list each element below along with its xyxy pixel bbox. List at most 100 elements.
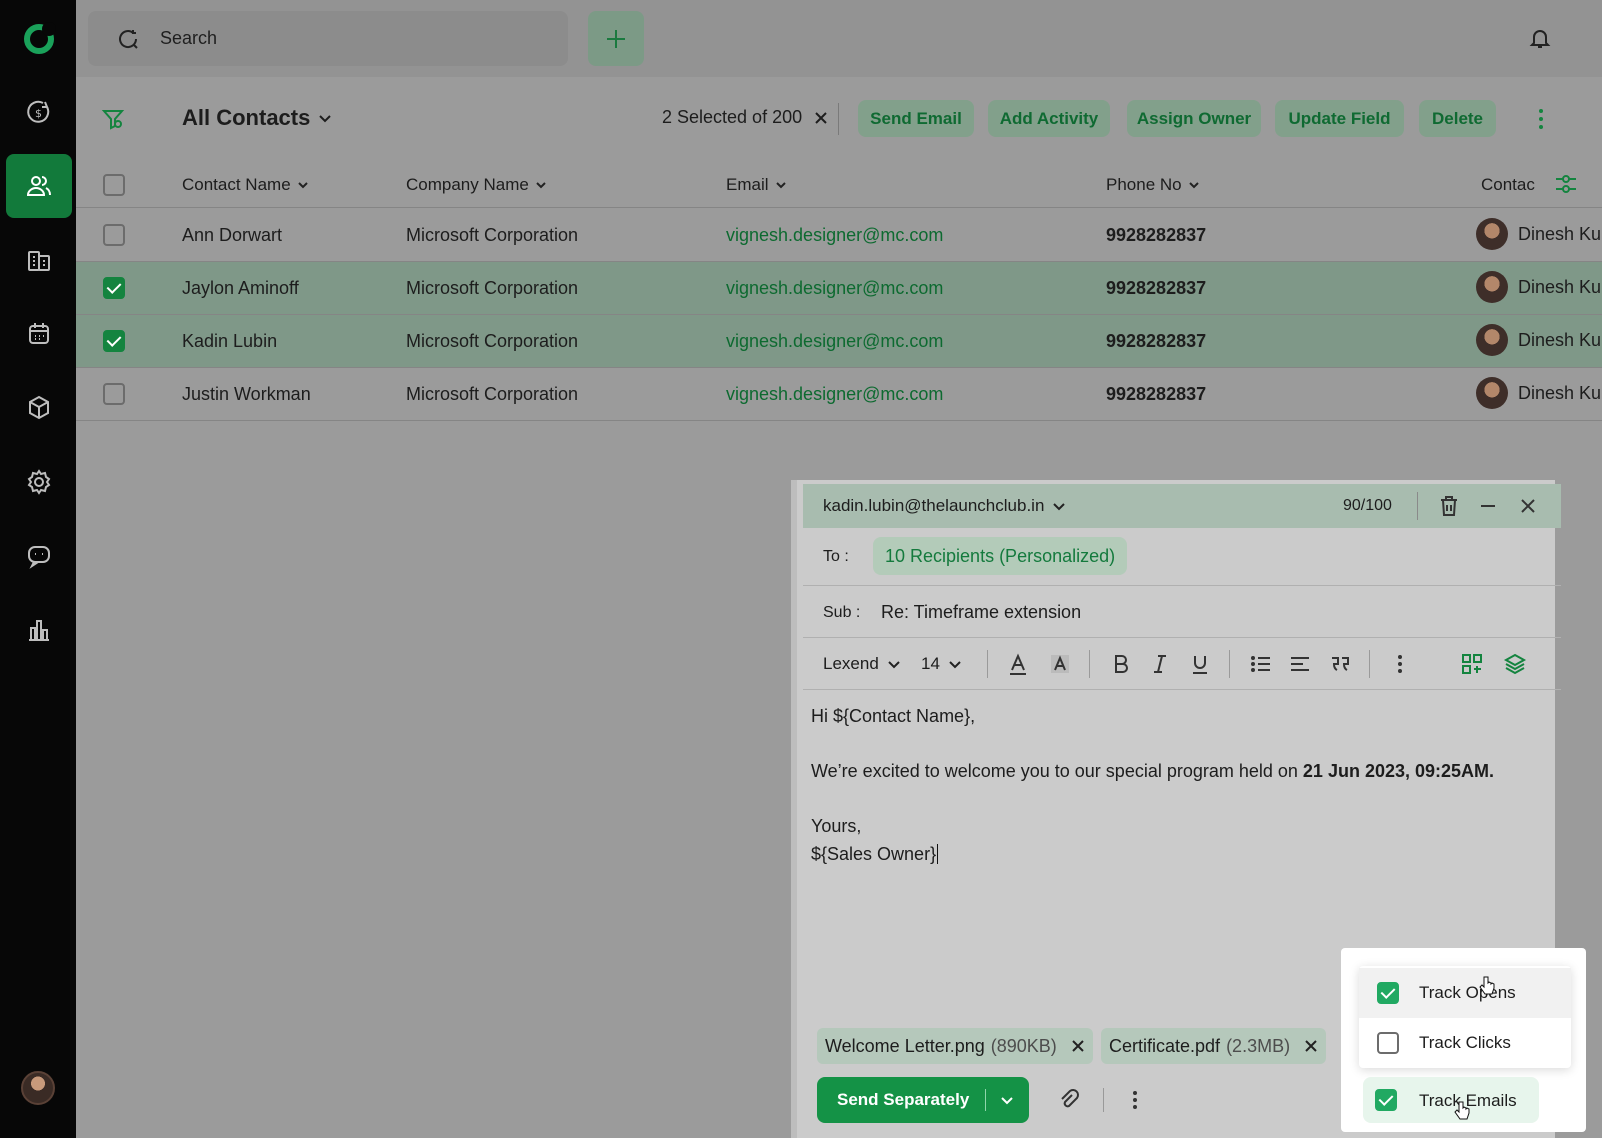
font-family-select[interactable]: Lexend bbox=[823, 654, 901, 674]
contact-name[interactable]: Kadin Lubin bbox=[182, 331, 277, 352]
selection-text: 2 Selected of 200 bbox=[662, 107, 803, 127]
quote-icon[interactable] bbox=[1328, 652, 1352, 676]
column-contact-owner[interactable]: Contac bbox=[1481, 175, 1535, 195]
email-link[interactable]: vignesh.designer@mc.com bbox=[726, 225, 943, 246]
bullet-list-icon[interactable] bbox=[1249, 652, 1273, 676]
divider bbox=[1369, 650, 1370, 678]
app-logo[interactable] bbox=[24, 22, 56, 54]
table-row[interactable]: Justin Workman Microsoft Corporation vig… bbox=[76, 368, 1602, 421]
assign-owner-button[interactable]: Assign Owner bbox=[1127, 100, 1261, 137]
font-size-select[interactable]: 14 bbox=[921, 654, 962, 674]
column-settings-icon[interactable] bbox=[1553, 171, 1579, 197]
owner-avatar bbox=[1476, 324, 1508, 356]
body-line: We’re excited to welcome you to our spec… bbox=[811, 761, 1495, 781]
contact-name[interactable]: Justin Workman bbox=[182, 384, 311, 405]
send-separately-button[interactable]: Send Separately bbox=[817, 1077, 1029, 1123]
bold-icon[interactable] bbox=[1109, 652, 1133, 676]
delete-button[interactable]: Delete bbox=[1419, 100, 1496, 137]
remove-attachment-icon[interactable] bbox=[1304, 1039, 1318, 1053]
user-avatar[interactable] bbox=[21, 1071, 55, 1105]
table-row[interactable]: Kadin Lubin Microsoft Corporation vignes… bbox=[76, 315, 1602, 368]
email-link[interactable]: vignesh.designer@mc.com bbox=[726, 331, 943, 352]
send-email-button[interactable]: Send Email bbox=[858, 100, 974, 137]
update-field-button[interactable]: Update Field bbox=[1275, 100, 1404, 137]
attachment-size: (2.3MB) bbox=[1226, 1035, 1291, 1056]
owner-avatar bbox=[1476, 218, 1508, 250]
chevron-down-icon bbox=[1053, 503, 1066, 511]
attachment-chip[interactable]: Welcome Letter.png (890KB) bbox=[817, 1028, 1093, 1064]
bell-icon[interactable] bbox=[1528, 26, 1552, 50]
divider bbox=[838, 103, 839, 135]
contact-name[interactable]: Ann Dorwart bbox=[182, 225, 282, 246]
minimize-icon[interactable] bbox=[1476, 494, 1500, 518]
trash-icon[interactable] bbox=[1437, 494, 1461, 518]
phone-number: 9928282837 bbox=[1106, 384, 1207, 404]
track-clicks-checkbox[interactable] bbox=[1377, 1032, 1399, 1054]
more-vertical-icon[interactable] bbox=[1531, 108, 1551, 130]
body-date: 21 Jun 2023, 09:25AM. bbox=[1302, 761, 1495, 781]
text-color-icon[interactable] bbox=[1006, 652, 1030, 676]
track-opens-label: Track Opens bbox=[1419, 983, 1516, 1002]
row-checkbox[interactable] bbox=[103, 383, 125, 405]
attachment-chip[interactable]: Certificate.pdf (2.3MB) bbox=[1101, 1028, 1327, 1064]
close-icon[interactable] bbox=[1516, 494, 1540, 518]
contact-name[interactable]: Jaylon Aminoff bbox=[182, 278, 299, 299]
track-emails-checkbox[interactable] bbox=[1375, 1089, 1397, 1111]
template-grid-icon[interactable] bbox=[1460, 652, 1484, 676]
company-name: Microsoft Corporation bbox=[406, 278, 579, 298]
search-input[interactable]: Search bbox=[88, 11, 568, 66]
column-company-name[interactable]: Company Name bbox=[406, 175, 547, 195]
layers-icon[interactable] bbox=[1503, 652, 1527, 676]
recipients-chip[interactable]: 10 Recipients (Personalized) bbox=[873, 537, 1128, 575]
row-checkbox[interactable] bbox=[103, 277, 125, 299]
email-body[interactable]: Hi ${Contact Name}, We’re excited to wel… bbox=[811, 702, 1531, 868]
view-selector[interactable]: All Contacts bbox=[182, 105, 332, 131]
nav-reports-icon[interactable] bbox=[6, 598, 72, 662]
column-email[interactable]: Email bbox=[726, 175, 787, 195]
nav-messages-icon[interactable] bbox=[6, 524, 72, 588]
add-button[interactable] bbox=[588, 11, 644, 66]
row-checkbox[interactable] bbox=[103, 330, 125, 352]
italic-icon[interactable] bbox=[1148, 652, 1172, 676]
track-clicks-option[interactable]: Track Clicks bbox=[1359, 1018, 1571, 1068]
more-vertical-icon[interactable] bbox=[1123, 1088, 1147, 1112]
phone-number: 9928282837 bbox=[1106, 278, 1207, 298]
clear-selection-icon[interactable] bbox=[814, 111, 828, 125]
add-activity-button[interactable]: Add Activity bbox=[988, 100, 1110, 137]
attach-icon[interactable] bbox=[1057, 1088, 1081, 1112]
nav-companies-icon[interactable] bbox=[6, 228, 72, 292]
owner-cell: Dinesh Ku bbox=[1476, 271, 1601, 303]
email-link[interactable]: vignesh.designer@mc.com bbox=[726, 384, 943, 405]
table-row[interactable]: Ann Dorwart Microsoft Corporation vignes… bbox=[76, 209, 1602, 262]
nav-contacts-icon[interactable] bbox=[6, 154, 72, 218]
nav-products-icon[interactable] bbox=[6, 376, 72, 440]
track-clicks-label: Track Clicks bbox=[1419, 1033, 1511, 1052]
align-icon[interactable] bbox=[1288, 652, 1312, 676]
track-opens-option[interactable]: Track Opens bbox=[1359, 968, 1571, 1018]
from-selector[interactable]: kadin.lubin@thelaunchclub.in bbox=[823, 496, 1066, 516]
highlight-color-icon[interactable] bbox=[1048, 652, 1072, 676]
nav-settings-icon[interactable] bbox=[6, 450, 72, 514]
send-counter: 90/100 bbox=[1343, 497, 1392, 514]
subject-row: Sub : Re: Timeframe extension bbox=[803, 586, 1561, 638]
more-vertical-icon[interactable] bbox=[1388, 652, 1412, 676]
divider bbox=[1103, 1088, 1104, 1112]
owner-name: Dinesh Ku bbox=[1518, 329, 1602, 350]
select-all-checkbox[interactable] bbox=[103, 174, 125, 196]
table-row[interactable]: Jaylon Aminoff Microsoft Corporation vig… bbox=[76, 262, 1602, 315]
remove-attachment-icon[interactable] bbox=[1071, 1039, 1085, 1053]
track-emails-toggle[interactable]: Track Emails bbox=[1363, 1077, 1539, 1123]
column-phone[interactable]: Phone No bbox=[1106, 175, 1200, 195]
column-contact-name[interactable]: Contact Name bbox=[182, 175, 309, 195]
email-link[interactable]: vignesh.designer@mc.com bbox=[726, 278, 943, 299]
nav-calendar-icon[interactable] bbox=[6, 302, 72, 366]
send-options-toggle[interactable] bbox=[986, 1092, 1028, 1108]
filter-icon[interactable] bbox=[101, 107, 125, 131]
phone-number: 9928282837 bbox=[1106, 225, 1207, 245]
underline-icon[interactable] bbox=[1188, 652, 1212, 676]
subject-input[interactable]: Re: Timeframe extension bbox=[881, 602, 1081, 623]
row-checkbox[interactable] bbox=[103, 224, 125, 246]
owner-name: Dinesh Ku bbox=[1518, 223, 1602, 244]
track-opens-checkbox[interactable] bbox=[1377, 982, 1399, 1004]
nav-deals-icon[interactable]: $ bbox=[6, 80, 72, 144]
